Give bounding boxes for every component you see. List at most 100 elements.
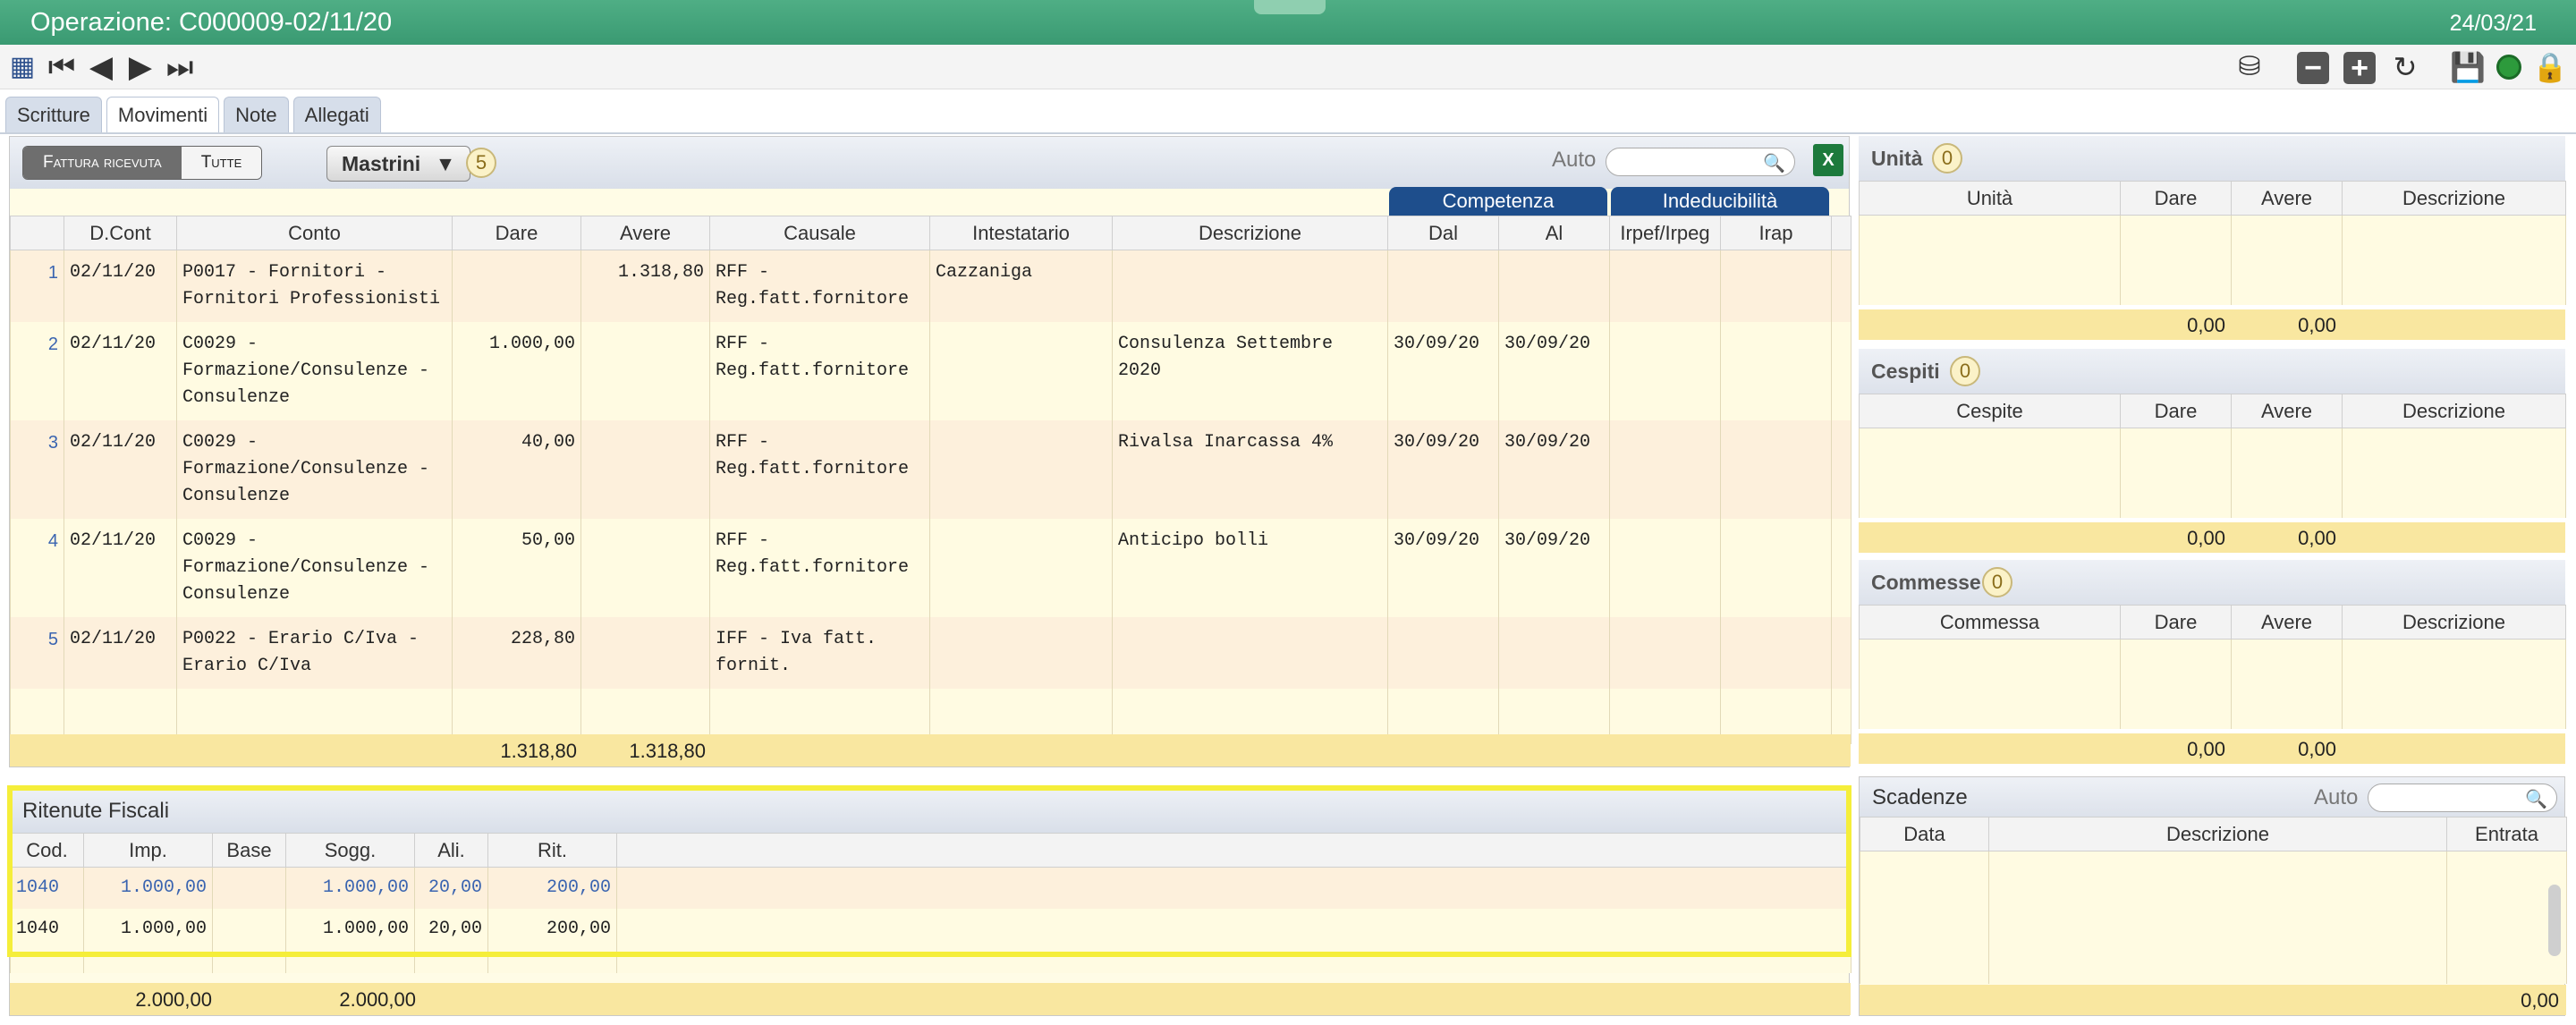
col-data[interactable]: Data — [1860, 817, 1989, 851]
lock-icon[interactable]: 🔒 — [2532, 50, 2568, 84]
cell-dal — [1387, 617, 1499, 689]
col-cespiti-avere[interactable]: Avere — [2231, 394, 2343, 428]
table-row[interactable]: 5 02/11/20 P0022 - Erario C/Iva - Erario C… — [10, 617, 1852, 689]
next-record-icon[interactable]: ▶ — [123, 50, 157, 84]
col-commesse-descrizione[interactable]: Descrizione — [2342, 605, 2566, 640]
table-row[interactable]: 4 02/11/20 C0029 - Formazione/Consulenze -… — [10, 519, 1852, 617]
table-row[interactable]: 2 02/11/20 C0029 - Formazione/Consulenze -… — [10, 322, 1852, 420]
save-icon[interactable]: 💾 — [2450, 50, 2486, 84]
status-icon[interactable] — [2492, 50, 2526, 84]
cespiti-header-row: Cespite Dare Avere Descrizione — [1859, 394, 2566, 428]
tab-divider — [0, 132, 2576, 134]
cell-empty — [1720, 250, 1832, 322]
col-unita[interactable]: Unità — [1859, 181, 2121, 216]
remove-button[interactable]: − — [2297, 52, 2329, 84]
cell-causale: RFF - Reg.fatt.fornitore — [709, 519, 930, 617]
search-input[interactable]: 🔍 — [1606, 148, 1795, 176]
highlight-box — [7, 785, 1852, 957]
movimenti-toolbar: Fattura ricevuta Tutte Mastrini ▼ 5 Auto… — [10, 137, 1849, 189]
unita-panel: Unità 0 Unità Dare Avere Descrizione 0,0… — [1859, 136, 2566, 342]
excel-export-icon[interactable]: X — [1813, 144, 1843, 176]
commesse-count-badge: 0 — [1982, 567, 2012, 597]
cell-dcont: 02/11/20 — [64, 519, 177, 617]
col-irpef[interactable]: Irpef/Irpeg — [1609, 216, 1721, 250]
col-commessa[interactable]: Commessa — [1859, 605, 2121, 640]
scadenze-header-row: Data Descrizione Entrata — [1860, 817, 2567, 851]
col-al[interactable]: Al — [1498, 216, 1610, 250]
col-dare[interactable]: Dare — [452, 216, 581, 250]
cespiti-total-avere: 0,00 — [2298, 527, 2336, 549]
row-number: 4 — [10, 519, 64, 617]
col-irap[interactable]: Irap — [1720, 216, 1832, 250]
collapse-handle[interactable] — [1254, 0, 1326, 14]
cell-intestatario — [929, 617, 1113, 689]
col-causale[interactable]: Causale — [709, 216, 930, 250]
scadenze-title: Scadenze — [1872, 785, 1968, 809]
total-sogg: 2.000,00 — [339, 988, 416, 1011]
tab-movimenti[interactable]: Movimenti — [106, 97, 220, 134]
cell-dal — [1387, 250, 1499, 322]
filter-fattura-ricevuta[interactable]: Fattura ricevuta — [23, 147, 182, 179]
cell-conto: P0022 - Erario C/Iva - Erario C/Iva — [176, 617, 453, 689]
table-list-icon[interactable]: ▦ — [5, 50, 39, 84]
col-conto[interactable]: Conto — [176, 216, 453, 250]
previous-record-icon[interactable]: ◀ — [84, 50, 118, 84]
tab-allegati[interactable]: Allegati — [292, 97, 381, 132]
cespiti-count-badge: 0 — [1950, 356, 1980, 386]
col-cespite[interactable]: Cespite — [1859, 394, 2121, 428]
archive-icon[interactable]: ⛁ — [2233, 50, 2267, 84]
cell-empty — [1831, 250, 1852, 322]
col-dcont[interactable]: D.Cont — [64, 216, 177, 250]
cell-avere — [580, 519, 710, 617]
cell-descrizione — [1112, 250, 1388, 322]
col-cespiti-descrizione[interactable]: Descrizione — [2342, 394, 2566, 428]
first-record-icon[interactable]: ⏮ — [45, 50, 79, 84]
tab-bar: Scritture Movimenti Note Allegati — [5, 97, 381, 134]
cell-dal: 30/09/20 — [1387, 519, 1499, 617]
cell-empty — [1831, 617, 1852, 689]
add-button[interactable]: + — [2343, 52, 2376, 84]
cell-avere — [580, 322, 710, 420]
col-entrata[interactable]: Entrata — [2446, 817, 2567, 851]
last-record-icon[interactable]: ⏭ — [163, 50, 197, 84]
cell-dcont: 02/11/20 — [64, 250, 177, 322]
col-descrizione[interactable]: Descrizione — [1112, 216, 1388, 250]
scrollbar[interactable] — [2548, 885, 2561, 956]
col-scad-descrizione[interactable]: Descrizione — [1988, 817, 2447, 851]
total-imp: 2.000,00 — [135, 988, 212, 1011]
scadenze-search-input[interactable]: 🔍 — [2368, 784, 2557, 812]
unita-totals-row: 0,00 0,00 — [1859, 309, 2565, 340]
cell-intestatario — [929, 519, 1113, 617]
col-commesse-avere[interactable]: Avere — [2231, 605, 2343, 640]
col-cespiti-dare[interactable]: Dare — [2120, 394, 2232, 428]
cell-conto: C0029 - Formazione/Consulenze - Consulen… — [176, 519, 453, 617]
col-unita-dare[interactable]: Dare — [2120, 181, 2232, 216]
cell-al: 30/09/20 — [1498, 519, 1610, 617]
row-number: 3 — [10, 420, 64, 519]
table-row[interactable]: 3 02/11/20 C0029 - Formazione/Consulenze -… — [10, 420, 1852, 519]
col-intestatario[interactable]: Intestatario — [929, 216, 1113, 250]
col-unita-avere[interactable]: Avere — [2231, 181, 2343, 216]
mastrini-dropdown[interactable]: Mastrini ▼ — [326, 146, 471, 182]
cell-avere — [580, 617, 710, 689]
table-header-row: D.Cont Conto Dare Avere Causale Intestat… — [10, 216, 1852, 250]
filter-tutte[interactable]: Tutte — [181, 147, 262, 179]
cell-descrizione — [1112, 617, 1388, 689]
commesse-total-avere: 0,00 — [2298, 738, 2336, 760]
col-unita-descrizione[interactable]: Descrizione — [2342, 181, 2566, 216]
cespiti-total-dare: 0,00 — [2187, 527, 2225, 549]
col-dal[interactable]: Dal — [1387, 216, 1499, 250]
tab-note[interactable]: Note — [224, 97, 289, 132]
total-avere: 1.318,80 — [629, 740, 706, 762]
cell-empty — [1831, 322, 1852, 420]
scadenze-header: Scadenze Auto 🔍 — [1860, 777, 2564, 817]
cell-empty — [1609, 420, 1721, 519]
indeducibilita-group-header: Indeducibilità — [1611, 187, 1829, 216]
tab-scritture[interactable]: Scritture — [5, 97, 102, 132]
cell-empty — [1609, 519, 1721, 617]
cell-intestatario — [929, 322, 1113, 420]
table-row[interactable]: 1 02/11/20 P0017 - Fornitori - Fornitori P… — [10, 250, 1852, 322]
refresh-icon[interactable]: ↻ — [2388, 50, 2422, 84]
col-avere[interactable]: Avere — [580, 216, 710, 250]
col-commesse-dare[interactable]: Dare — [2120, 605, 2232, 640]
